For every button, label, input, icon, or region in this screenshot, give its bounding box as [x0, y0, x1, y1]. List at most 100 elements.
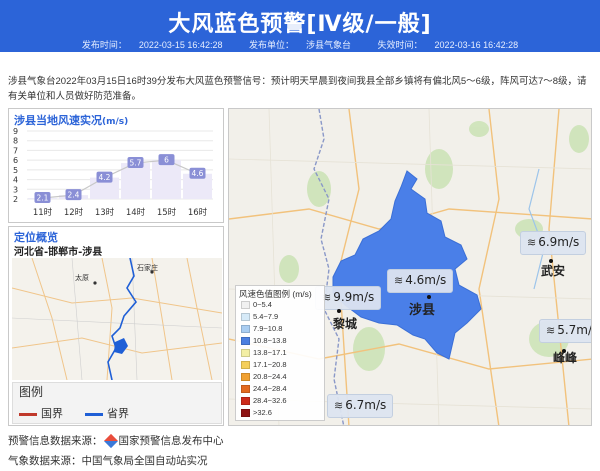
wind-label-shexian[interactable]: ≋ 4.6m/s [387, 269, 454, 293]
wind-speed-legend-row: 17.1~20.8 [241, 360, 287, 371]
expire-time: 失效时间： 2022-03-16 16:42:28 [372, 40, 525, 50]
wind-speed-swatch [241, 361, 250, 370]
data-label: 4.6 [192, 169, 204, 178]
wind-speed-range-label: 10.8~13.8 [253, 336, 287, 345]
wind-speed-range-label: 28.4~32.6 [253, 396, 287, 405]
city-wuan: 武安 [541, 264, 566, 278]
y-tick-label: 3 [13, 185, 18, 194]
warning-center-logo-icon [103, 434, 118, 449]
y-tick-label: 7 [13, 146, 18, 155]
x-tick-label: 15时 [157, 207, 177, 218]
national-border-line-icon [19, 412, 37, 416]
wind-value-wuan: 6.9m/s [538, 235, 580, 249]
wind-icon: ≋ [546, 324, 556, 337]
data-label: 2.1 [37, 194, 49, 203]
wind-speed-bar [152, 160, 181, 199]
wind-speed-range-label: 17.1~20.8 [253, 360, 287, 369]
x-tick-label: 11时 [33, 207, 53, 218]
wind-speed-swatch [241, 373, 250, 382]
wind-speed-legend-row: >32.6 [241, 408, 272, 419]
y-tick-label: 4 [13, 176, 18, 185]
wind-speed-range-label: 5.4~7.9 [253, 312, 279, 321]
data-label: 4.2 [99, 173, 111, 182]
wind-speed-legend-row: 0~5.4 [241, 300, 272, 311]
x-tick-label: 12时 [64, 207, 84, 218]
overview-map[interactable] [12, 258, 222, 380]
legend-title: 图例 [19, 385, 44, 399]
wind-label-fengfeng[interactable]: ≋5.7m/s [539, 319, 592, 343]
publish-time-value: 2022-03-15 16:42:28 [138, 40, 223, 50]
publisher-label: 发布单位： [248, 40, 294, 50]
y-tick-label: 9 [13, 127, 18, 136]
wind-speed-range-label: 7.9~10.8 [253, 324, 283, 333]
chart-title: 涉县当地风速实况(m/s) [14, 112, 128, 128]
city-fengfeng: 峰峰 [553, 351, 578, 365]
map-legend: 图例 国界 省界 [12, 382, 222, 424]
wind-icon: ≋ [527, 236, 537, 249]
city-licheng: 黎城 [333, 317, 358, 331]
y-tick-label: 8 [13, 137, 18, 146]
warning-source-label: 预警信息数据来源： [8, 435, 103, 447]
wind-label-wuan[interactable]: ≋ 6.9m/s [520, 231, 587, 255]
wind-speed-legend-row: 10.8~13.8 [241, 336, 287, 347]
expire-time-value: 2022-03-16 16:42:28 [434, 40, 519, 50]
data-label: 6 [164, 156, 169, 165]
weather-source-value: 中国气象局全国自动站实况 [81, 455, 208, 467]
x-tick-label: 14时 [126, 207, 146, 218]
warning-header: 大风蓝色预警[Ⅳ级/一般] 发布时间： 2022-03-15 16:42:28 发… [0, 0, 600, 52]
province-border-line-icon [85, 412, 103, 416]
chart-unit: (m/s) [102, 117, 129, 127]
wind-speed-range-label: 13.8~17.1 [253, 348, 287, 357]
wind-speed-legend: 风速色值图例 (m/s) 0~5.4 5.4~7.9 7.9~10.8 10.8~13… [235, 285, 325, 421]
wind-speed-legend-row: 13.8~17.1 [241, 348, 287, 359]
warning-source-value: 国家预警信息发布中心 [118, 435, 224, 447]
wind-speed-swatch [241, 337, 250, 346]
warning-description: 涉县气象台2022年03月15日16时39分发布大风蓝色预警信号：预计明天早晨到… [8, 76, 587, 102]
wind-speed-range-label: >32.6 [253, 408, 272, 417]
legend-national-border-label: 国界 [41, 407, 63, 420]
wind-speed-swatch [241, 349, 250, 358]
wind-value-licheng: 9.9m/s [333, 290, 375, 304]
publisher: 发布单位： 涉县气象台 [243, 40, 357, 50]
wind-icon: ≋ [394, 274, 404, 287]
city-dot-licheng [337, 309, 341, 313]
wind-speed-range-label: 20.8~24.4 [253, 372, 287, 381]
data-label: 2.4 [68, 191, 80, 200]
weather-source: 气象数据来源：中国气象局全国自动站实况 [8, 453, 208, 468]
publish-time-label: 发布时间： [81, 40, 127, 50]
wind-value-shexian: 4.6m/s [405, 273, 447, 287]
wind-speed-swatch [241, 325, 250, 334]
wind-speed-legend-row: 20.8~24.4 [241, 372, 287, 383]
publish-time: 发布时间： 2022-03-15 16:42:28 [76, 40, 229, 50]
wind-speed-swatch [241, 301, 250, 310]
data-label: 5.7 [130, 159, 142, 168]
x-tick-label: 13时 [95, 207, 115, 218]
wind-value-south: 6.7m/s [345, 398, 387, 412]
wind-speed-legend-row: 5.4~7.9 [241, 312, 278, 323]
weather-source-label: 气象数据来源： [8, 455, 82, 467]
wind-speed-swatch [241, 313, 250, 322]
legend-item-province-border: 省界 [85, 405, 129, 421]
wind-speed-legend-row: 7.9~10.8 [241, 324, 282, 335]
wind-speed-chart-panel: 涉县当地风速实况(m/s) 9 8 7 6 5 4 3 2 2.1 11时 2.4 12时 4.2 13时… [8, 108, 224, 223]
wind-map-panel[interactable]: ≋4.6m/s ≋9.9m/s ≋6.9m/s ≋5.7m/s ≋6.7m/s … [228, 108, 592, 426]
warning-meta: 发布时间： 2022-03-15 16:42:28 发布单位： 涉县气象台 失效时间… [0, 38, 600, 52]
legend-province-border-label: 省界 [107, 407, 129, 420]
wind-speed-legend-title: 风速色值图例 (m/s) [239, 289, 312, 299]
map-label-shijiazhuang: 石家庄 [137, 264, 158, 272]
wind-value-fengfeng: 5.7m/s [557, 323, 592, 337]
wind-speed-legend-row: 24.4~28.4 [241, 384, 287, 395]
expire-time-label: 失效时间： [377, 40, 423, 50]
location-overview-panel: 定位概览 河北省-邯郸市-涉县 太原 石家庄 图例 国界 省界 [8, 226, 224, 426]
wind-speed-swatch [241, 397, 250, 406]
warning-source: 预警信息数据来源： 国家预警信息发布中心 [8, 433, 224, 449]
wind-speed-chart: 98765432 2.111时2.412时4.213时5.714时615时4.61… [13, 127, 213, 218]
y-tick-label: 2 [13, 195, 18, 204]
wind-label-south[interactable]: ≋ 6.7m/s [327, 394, 394, 418]
y-tick-label: 5 [13, 166, 18, 175]
chart-title-text: 涉县当地风速实况 [14, 114, 102, 127]
warning-title: 大风蓝色预警[Ⅳ级/一般] [168, 12, 432, 37]
wind-speed-legend-row: 28.4~32.6 [241, 396, 287, 407]
wind-speed-range-label: 24.4~28.4 [253, 384, 287, 393]
x-tick-label: 16时 [188, 207, 208, 218]
